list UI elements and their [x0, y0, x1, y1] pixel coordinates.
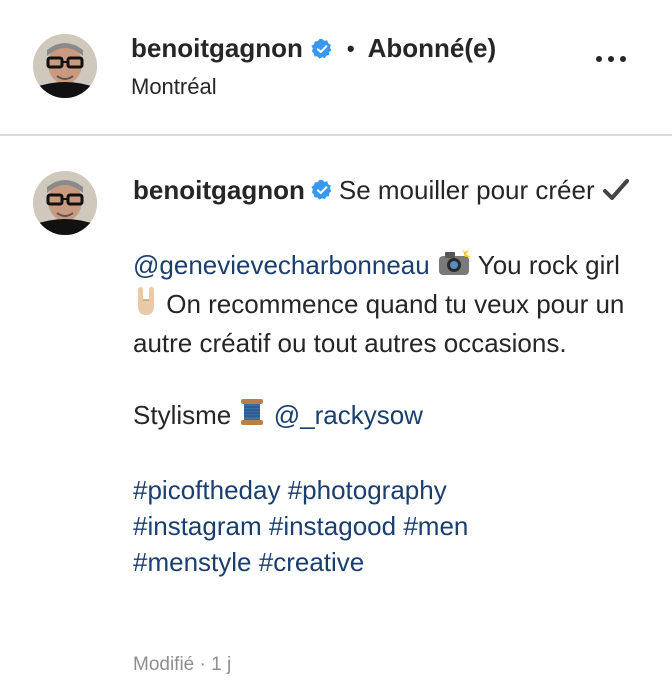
follow-status-button[interactable]: Abonné(e)	[368, 33, 497, 64]
post-meta: Modifié · 1 j	[133, 654, 231, 676]
hashtag-link[interactable]: #picoftheday	[133, 475, 280, 505]
header-separator: •	[346, 35, 355, 61]
avatar[interactable]	[33, 34, 97, 98]
more-dot	[596, 56, 602, 62]
more-horizontal-icon[interactable]	[596, 56, 626, 62]
hashtag-link[interactable]: #menstyle	[133, 547, 252, 577]
timestamp[interactable]: 1 j	[211, 654, 231, 675]
mention-link[interactable]: @_rackysow	[274, 400, 423, 430]
verified-badge-icon	[311, 38, 333, 60]
thread-spool-icon	[238, 397, 266, 436]
caption-text: You rock girl	[477, 250, 620, 280]
more-dot	[608, 56, 614, 62]
hashtag-link[interactable]: #creative	[259, 547, 365, 577]
caption-intro: benoitgagnon Se mouiller pour créer	[133, 172, 633, 211]
caption-text: On recommence quand tu veux pour un autr…	[133, 289, 625, 358]
styling-label: Stylisme	[133, 400, 232, 430]
caption-username[interactable]: benoitgagnon	[133, 175, 305, 205]
hashtag-link[interactable]: #instagram	[133, 511, 262, 541]
hashtag-link[interactable]: #instagood	[269, 511, 396, 541]
avatar-photo	[33, 171, 97, 235]
mention-link[interactable]: @genevievecharbonneau	[133, 250, 430, 280]
camera-flash-icon	[437, 247, 471, 286]
avatar-photo	[33, 34, 97, 98]
meta-separator: ·	[199, 654, 206, 675]
hashtag-link[interactable]: #photography	[288, 475, 447, 505]
caption-line1: Se mouiller pour créer	[338, 175, 595, 205]
caption-avatar[interactable]	[33, 171, 97, 235]
rock-hand-icon	[133, 286, 159, 325]
header-username[interactable]: benoitgagnon	[131, 33, 303, 64]
location-link[interactable]: Montréal	[131, 74, 217, 100]
edited-label: Modifié	[133, 654, 195, 675]
caption-mention-paragraph: @genevievecharbonneau You rock girl On r…	[133, 247, 633, 361]
header-user-row: benoitgagnon • Abonné(e)	[131, 33, 496, 64]
more-dot	[620, 56, 626, 62]
checkmark-icon	[602, 175, 630, 211]
post-caption: benoitgagnon Se mouiller pour créer @gene…	[133, 172, 633, 616]
hashtag-link[interactable]: #men	[403, 511, 468, 541]
verified-badge-icon	[311, 174, 333, 200]
caption-styling-paragraph: Stylisme @_rackysow	[133, 397, 633, 436]
caption-hashtags: #picoftheday #photography #instagram #in…	[133, 472, 633, 580]
post-header: benoitgagnon • Abonné(e) Montréal	[0, 0, 672, 136]
